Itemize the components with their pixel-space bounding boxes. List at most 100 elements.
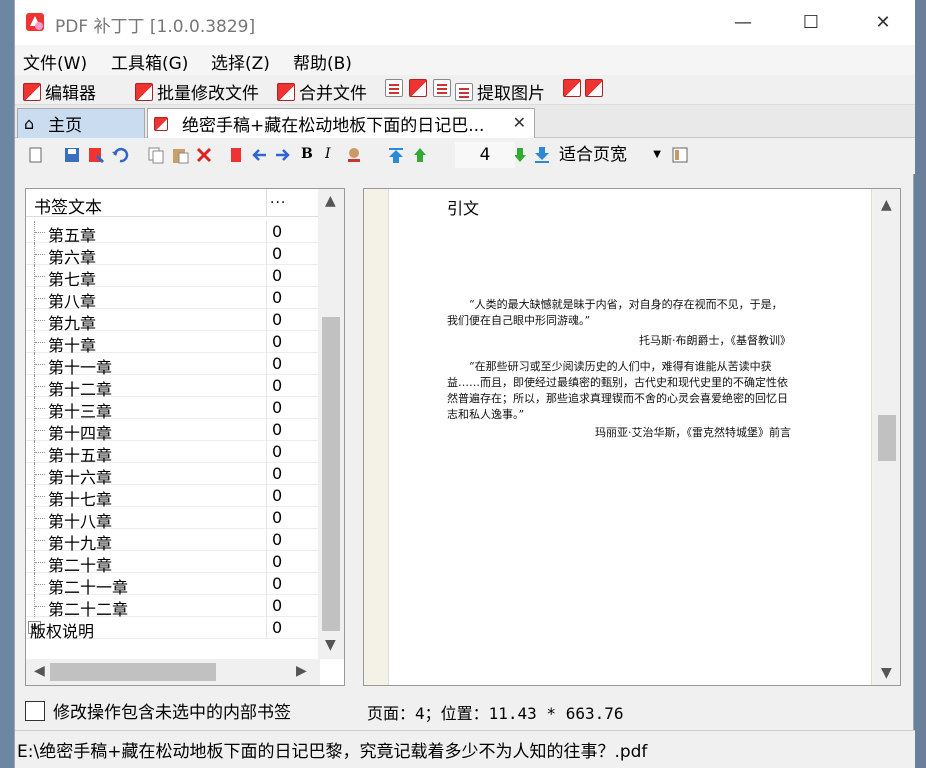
italic-button[interactable]: I: [325, 146, 343, 164]
bookmark-count: 0: [272, 266, 283, 285]
quote-1-attribution: 托马斯·布朗爵士，《基督教训》: [639, 334, 791, 347]
column-divider: [266, 529, 267, 551]
column-divider: [266, 419, 267, 441]
bookmark-count: 0: [272, 596, 283, 615]
scrollbar-thumb[interactable]: [322, 317, 340, 631]
bookmark-row[interactable]: 第十五章 0: [26, 441, 318, 465]
bookmark-row[interactable]: 第十章 0: [26, 331, 318, 355]
bookmark-row[interactable]: 第十一章 0: [26, 353, 318, 377]
close-button[interactable]: ✕: [861, 8, 905, 38]
color-picker-icon[interactable]: [345, 146, 363, 164]
bookmark-row[interactable]: 第五章 0: [26, 221, 318, 245]
tree-branch: [35, 452, 45, 453]
quote-2-line-4: 志和私人逸事。”: [447, 408, 525, 421]
bookmark-row[interactable]: + 版权说明 0: [26, 617, 318, 641]
bookmark-row[interactable]: 第八章 0: [26, 287, 318, 311]
delete-icon[interactable]: [195, 146, 213, 164]
include-unselected-checkbox[interactable]: [25, 700, 45, 721]
batch-edit-button[interactable]: 批量修改文件: [135, 79, 259, 104]
view-mode-icon[interactable]: [671, 146, 689, 164]
bookmark-row[interactable]: 第十八章 0: [26, 507, 318, 531]
column-divider: [266, 221, 267, 243]
copy-icon[interactable]: [147, 146, 165, 164]
tool-button-a[interactable]: [385, 79, 403, 97]
column-count[interactable]: ...: [270, 191, 286, 207]
bookmark-count: 0: [272, 574, 283, 593]
tab-close-icon[interactable]: ✕: [513, 113, 526, 132]
bookmark-row[interactable]: 第十七章 0: [26, 485, 318, 509]
menu-file[interactable]: 文件(W): [23, 49, 87, 74]
maximize-button[interactable]: ☐: [789, 8, 833, 38]
first-page-icon[interactable]: [387, 146, 405, 164]
zoom-select-value: 适合页宽: [559, 145, 627, 165]
menu-toolbox[interactable]: 工具箱(G): [111, 49, 188, 74]
bookmark-row[interactable]: 第十二章 0: [26, 375, 318, 399]
minimize-button[interactable]: —: [721, 8, 765, 38]
viewer-scroll-up-icon[interactable]: ▲: [881, 197, 892, 213]
menu-help[interactable]: 帮助(B): [293, 49, 352, 74]
scroll-left-icon[interactable]: ◀: [34, 663, 45, 679]
bookmark-row[interactable]: 第十四章 0: [26, 419, 318, 443]
bookmark-count: 0: [272, 376, 283, 395]
extract-images-button[interactable]: 提取图片: [455, 79, 545, 104]
pdf-viewer[interactable]: 引文 “人类的最大缺憾就是昧于内省，对自身的存在视而不见，于是， 我们便在自己眼…: [363, 188, 901, 686]
app-window: PDF 补丁丁 [1.0.0.3829] — ☐ ✕ 文件(W) 工具箱(G) …: [14, 0, 915, 768]
page-number-input[interactable]: 4: [455, 142, 515, 168]
new-document-icon[interactable]: [27, 146, 45, 164]
column-divider: [266, 309, 267, 331]
bookmark-row[interactable]: 第二十二章 0: [26, 595, 318, 619]
bookmark-row[interactable]: 第九章 0: [26, 309, 318, 333]
title-bar[interactable]: PDF 补丁丁 [1.0.0.3829] — ☐ ✕: [15, 0, 915, 45]
desktop-background-right: [914, 0, 926, 768]
arrow-right-icon[interactable]: [273, 146, 291, 164]
bold-button[interactable]: B: [301, 146, 319, 164]
last-page-icon[interactable]: [533, 146, 551, 164]
pdf-tool-icon: [563, 79, 581, 97]
home-icon: ⌂: [24, 114, 35, 133]
arrow-left-icon[interactable]: [251, 146, 269, 164]
include-unselected-option[interactable]: 修改操作包含未选中的内部书签: [25, 698, 291, 723]
zoom-select[interactable]: 适合页宽 ▼: [555, 142, 665, 168]
bookmark-row[interactable]: 第二十章 0: [26, 551, 318, 575]
tree-branch: [35, 606, 45, 607]
tree-branch: [35, 584, 45, 585]
tool-button-b[interactable]: [409, 79, 427, 97]
editor-button[interactable]: 编辑器: [23, 79, 96, 104]
bookmark-horizontal-scrollbar[interactable]: ◀ ▶: [26, 659, 320, 685]
bookmark-row[interactable]: 第七章 0: [26, 265, 318, 289]
bookmark-row[interactable]: 第二十一章 0: [26, 573, 318, 597]
save-icon[interactable]: [63, 146, 81, 164]
column-divider[interactable]: [266, 189, 267, 217]
viewer-scroll-down-icon[interactable]: ▼: [881, 665, 892, 681]
bookmark-row[interactable]: 第十九章 0: [26, 529, 318, 553]
quote-1-line-1: “人类的最大缺憾就是昧于内省，对自身的存在视而不见，于是，: [469, 298, 783, 311]
scroll-right-icon[interactable]: ▶: [296, 663, 307, 679]
bookmark-row[interactable]: 第十三章 0: [26, 397, 318, 421]
app-logo-icon: [26, 13, 44, 31]
merge-button[interactable]: 合并文件: [277, 79, 367, 104]
viewer-scrollbar-thumb[interactable]: [878, 415, 896, 461]
horizontal-scrollbar-thumb[interactable]: [50, 663, 216, 681]
tab-document[interactable]: 绝密手稿+藏在松动地板下面的日记巴... ✕: [147, 108, 535, 138]
column-divider: [266, 375, 267, 397]
bookmark-row[interactable]: 第十六章 0: [26, 463, 318, 487]
column-bookmark-text[interactable]: 书签文本: [34, 193, 102, 218]
tool-button-e[interactable]: [585, 79, 603, 97]
tree-branch: [35, 430, 45, 431]
viewer-vertical-scrollbar[interactable]: ▲ ▼: [874, 189, 900, 685]
tool-button-d[interactable]: [563, 79, 581, 97]
tab-home[interactable]: ⌂ 主页: [17, 108, 145, 138]
menu-select[interactable]: 选择(Z): [211, 49, 270, 74]
save-as-icon[interactable]: [87, 146, 105, 164]
tool-button-c[interactable]: [433, 79, 451, 97]
bookmark-vertical-scrollbar[interactable]: ▲ ▼: [318, 189, 344, 659]
scroll-up-icon[interactable]: ▲: [325, 193, 336, 209]
undo-icon[interactable]: [111, 146, 129, 164]
previous-page-icon[interactable]: [411, 146, 429, 164]
bookmark-count: 0: [272, 618, 283, 637]
scroll-down-icon[interactable]: ▼: [325, 637, 336, 653]
paste-icon[interactable]: [171, 146, 189, 164]
bookmark-icon[interactable]: [227, 146, 245, 164]
bookmark-row[interactable]: 第六章 0: [26, 243, 318, 267]
tree-branch: [35, 254, 45, 255]
